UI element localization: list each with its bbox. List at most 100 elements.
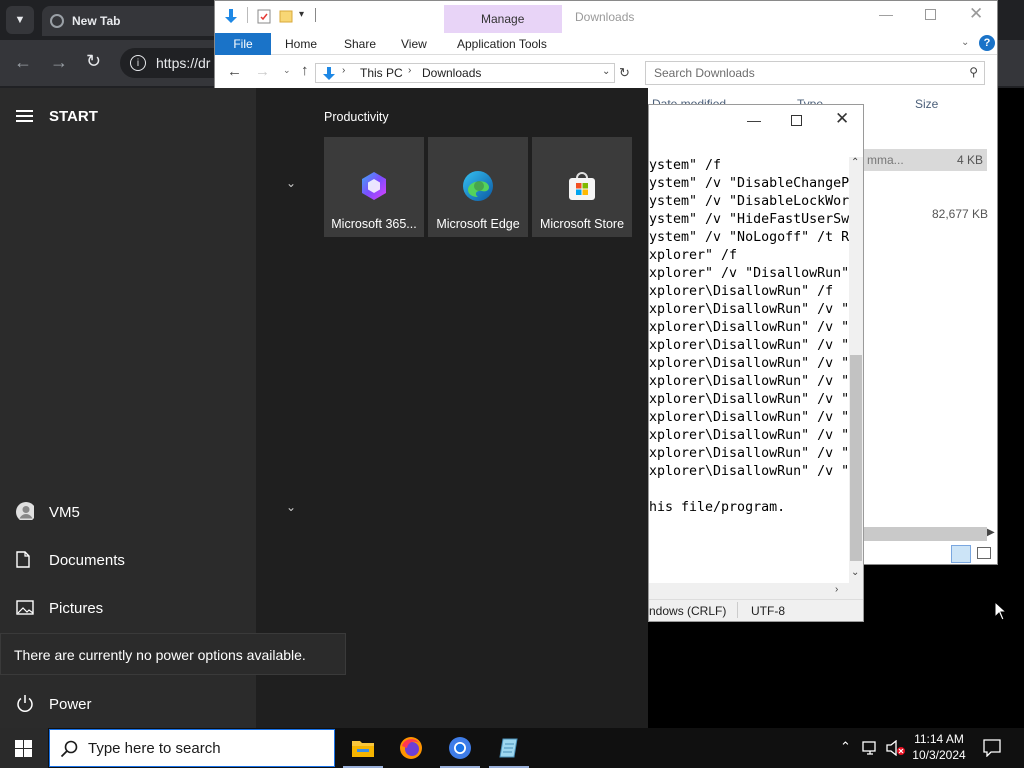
tile-microsoft-store[interactable]: Microsoft Store bbox=[532, 137, 632, 237]
volume-muted-icon[interactable] bbox=[886, 740, 906, 756]
notepad-text-line: xplorer\DisallowRun" /v " bbox=[649, 338, 849, 353]
close-button[interactable]: ✕ bbox=[969, 4, 983, 24]
tab-search-button[interactable]: ▼ bbox=[6, 6, 34, 34]
notepad-text-line: xplorer\DisallowRun" /v " bbox=[649, 392, 849, 407]
user-avatar-icon bbox=[16, 502, 34, 520]
tile-label: Microsoft Store bbox=[539, 217, 625, 231]
help-icon[interactable]: ? bbox=[979, 35, 995, 51]
large-icons-view-icon[interactable] bbox=[977, 547, 991, 559]
scroll-right-icon[interactable]: › bbox=[835, 584, 838, 595]
scroll-up-icon[interactable]: ⌃ bbox=[851, 157, 859, 168]
taskbar-chrome[interactable] bbox=[437, 728, 483, 768]
close-button[interactable]: ✕ bbox=[835, 109, 849, 129]
m365-icon bbox=[362, 172, 386, 200]
qat-customize-icon[interactable]: ▾ bbox=[299, 9, 304, 20]
table-row-selected[interactable]: mma... 4 KB bbox=[863, 149, 987, 171]
recent-locations-icon[interactable]: ⌄ bbox=[283, 65, 291, 76]
chevron-down-icon[interactable]: ⌄ bbox=[286, 176, 296, 190]
address-dropdown-icon[interactable]: ⌄ bbox=[602, 66, 610, 77]
breadcrumb-this-pc[interactable]: This PC bbox=[360, 66, 403, 80]
column-size[interactable]: Size bbox=[915, 97, 938, 111]
tile-microsoft-edge[interactable]: Microsoft Edge bbox=[428, 137, 528, 237]
pictures-icon bbox=[16, 600, 34, 615]
tab-home[interactable]: Home bbox=[285, 33, 317, 55]
breadcrumb-downloads[interactable]: Downloads bbox=[422, 66, 481, 80]
qat-separator bbox=[315, 8, 316, 22]
system-clock[interactable]: 11:14 AM 10/3/2024 bbox=[906, 731, 972, 763]
downloads-arrow-icon bbox=[323, 67, 335, 80]
breadcrumb[interactable]: › This PC › Downloads ⌄ bbox=[315, 63, 615, 83]
rail-user[interactable]: VM5 bbox=[0, 492, 256, 532]
up-arrow-icon[interactable]: ↑ bbox=[301, 62, 309, 79]
row-size: 82,677 KB bbox=[932, 207, 989, 221]
maximize-button[interactable] bbox=[791, 115, 802, 126]
minimize-button[interactable]: — bbox=[747, 112, 761, 128]
notepad-text-line: xplorer" /f bbox=[649, 248, 738, 263]
horizontal-scrollbar[interactable]: › bbox=[649, 583, 863, 599]
refresh-icon[interactable]: ↻ bbox=[619, 65, 630, 81]
notepad-text-line: xplorer\DisallowRun" /v " bbox=[649, 464, 849, 479]
status-divider bbox=[737, 602, 738, 618]
properties-icon[interactable] bbox=[257, 9, 271, 24]
taskbar-search-box[interactable]: Type here to search bbox=[49, 729, 335, 767]
notifications-icon[interactable] bbox=[983, 739, 1001, 757]
vertical-scrollbar[interactable]: ⌃ ⌄ bbox=[849, 157, 863, 585]
hamburger-icon bbox=[16, 110, 33, 122]
taskbar-file-explorer[interactable] bbox=[340, 728, 386, 768]
notepad-text-line: xplorer\DisallowRun" /v " bbox=[649, 446, 849, 461]
notepad-text-line: xplorer\DisallowRun" /v " bbox=[649, 410, 849, 425]
back-arrow-icon[interactable]: ← bbox=[14, 52, 32, 73]
scroll-down-icon[interactable]: ⌄ bbox=[851, 567, 859, 578]
minimize-button[interactable]: — bbox=[879, 6, 893, 22]
notepad-text-line: xplorer\DisallowRun" /v " bbox=[649, 428, 849, 443]
taskbar-notepad[interactable] bbox=[486, 728, 532, 768]
notepad-window: — ✕ ystem" /f ystem" /v "DisableChangeP ys… bbox=[648, 104, 864, 622]
tab-share[interactable]: Share bbox=[344, 33, 376, 55]
ribbon-tabs: File Home Share View Application Tools ⌄… bbox=[215, 33, 997, 55]
tile-label: Microsoft Edge bbox=[436, 217, 520, 231]
browser-tab-title: New Tab bbox=[72, 14, 121, 28]
breadcrumb-separator-icon[interactable]: › bbox=[408, 65, 411, 76]
scroll-right-icon[interactable]: ▶ bbox=[987, 527, 995, 538]
start-expand-button[interactable]: START bbox=[0, 96, 256, 136]
clock-time: 11:14 AM bbox=[914, 732, 964, 746]
tab-view[interactable]: View bbox=[401, 33, 427, 55]
power-icon bbox=[17, 695, 33, 712]
show-hidden-icons-icon[interactable]: ⌃ bbox=[840, 739, 851, 755]
tab-file[interactable]: File bbox=[215, 33, 271, 55]
rail-power[interactable]: Power bbox=[0, 684, 256, 724]
start-button[interactable] bbox=[0, 728, 48, 768]
vertical-scrollbar-thumb[interactable] bbox=[850, 355, 862, 561]
search-input[interactable]: Search Downloads ⚲ bbox=[645, 61, 985, 85]
horizontal-scrollbar-thumb[interactable] bbox=[863, 527, 987, 541]
network-icon[interactable] bbox=[862, 740, 880, 756]
firefox-icon bbox=[400, 737, 422, 759]
maximize-button[interactable] bbox=[925, 9, 936, 20]
ribbon-expand-icon[interactable]: ⌄ bbox=[961, 37, 969, 48]
search-icon[interactable]: ⚲ bbox=[969, 65, 978, 79]
notepad-text-area[interactable]: ystem" /f ystem" /v "DisableChangeP ystem"… bbox=[649, 157, 849, 627]
chevron-down-icon[interactable]: ⌄ bbox=[286, 500, 296, 514]
windows-logo-icon bbox=[15, 740, 32, 757]
breadcrumb-separator-icon[interactable]: › bbox=[342, 65, 345, 76]
back-arrow-icon[interactable]: ← bbox=[227, 63, 242, 80]
new-folder-icon[interactable] bbox=[279, 9, 293, 23]
tab-application-tools[interactable]: Application Tools bbox=[457, 33, 547, 55]
search-icon bbox=[60, 740, 78, 758]
browser-tab[interactable]: New Tab bbox=[42, 6, 222, 36]
taskbar-firefox[interactable] bbox=[388, 728, 434, 768]
notepad-text-line: xplorer\DisallowRun" /v " bbox=[649, 356, 849, 371]
site-info-icon[interactable]: i bbox=[130, 55, 146, 71]
reload-icon[interactable]: ↻ bbox=[86, 51, 101, 72]
forward-arrow-icon[interactable]: → bbox=[255, 63, 270, 80]
forward-arrow-icon[interactable]: → bbox=[50, 52, 68, 73]
taskbar: Type here to search ⌃ 11:14 AM 10/3/2024 bbox=[0, 728, 1024, 768]
tile-microsoft-365[interactable]: Microsoft 365... bbox=[324, 137, 424, 237]
rail-pictures[interactable]: Pictures bbox=[0, 588, 256, 628]
ribbon-context-label[interactable]: Manage bbox=[481, 12, 524, 26]
chrome-icon bbox=[449, 737, 471, 759]
address-text: https://dr bbox=[156, 55, 211, 71]
rail-documents[interactable]: Documents bbox=[0, 540, 256, 580]
new-tab-favicon-icon bbox=[50, 14, 64, 28]
details-view-icon[interactable] bbox=[951, 545, 971, 563]
